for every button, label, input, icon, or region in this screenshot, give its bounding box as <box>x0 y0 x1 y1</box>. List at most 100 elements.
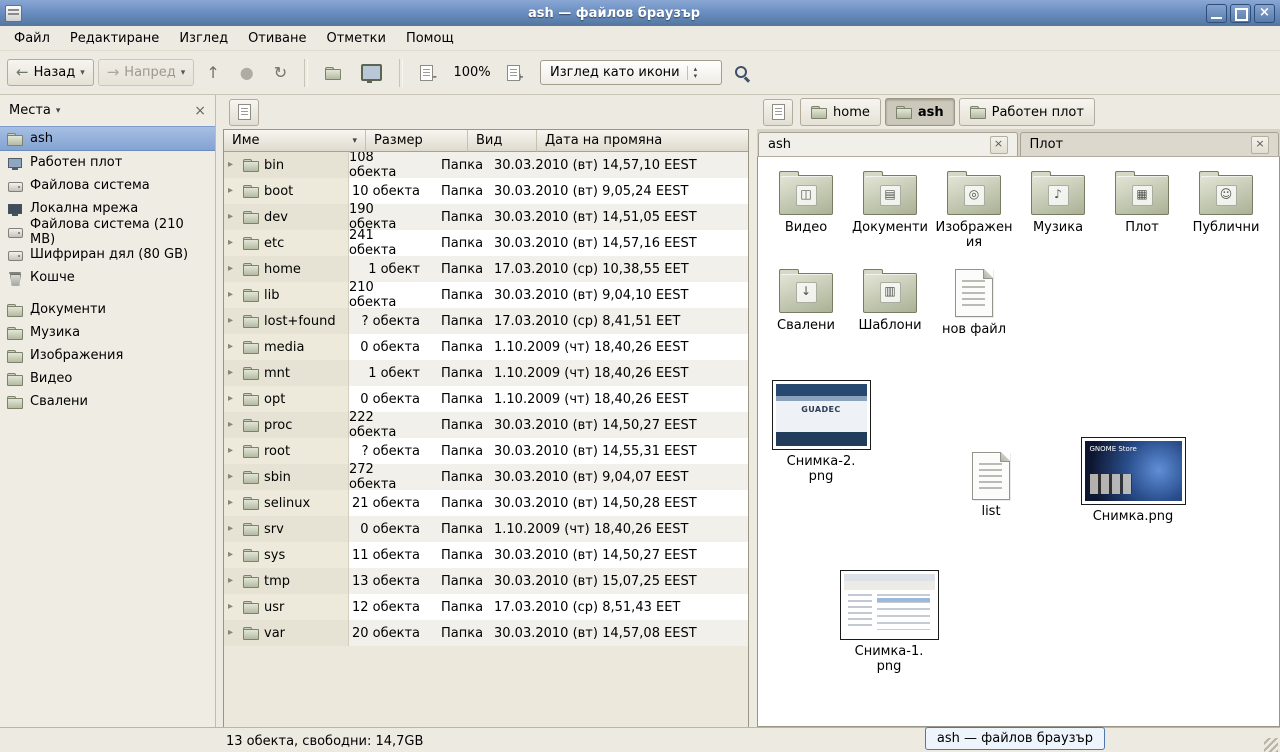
back-dropdown-icon[interactable]: ▾ <box>80 68 85 78</box>
home-button[interactable] <box>317 59 349 87</box>
reload-button[interactable]: ↻ <box>266 59 295 86</box>
expander-icon[interactable] <box>228 342 238 352</box>
expander-icon[interactable] <box>228 550 238 560</box>
expander-icon[interactable] <box>228 160 238 170</box>
breadcrumb-desktop[interactable]: Работен плот <box>959 98 1095 126</box>
tab-close-icon[interactable]: × <box>990 136 1008 154</box>
forward-button[interactable]: → Напред ▾ <box>98 59 195 86</box>
expander-icon[interactable] <box>228 212 238 222</box>
expander-icon[interactable] <box>228 498 238 508</box>
location-root-button[interactable] <box>229 99 259 126</box>
titlebar[interactable]: ash — файлов браузър × <box>0 0 1280 26</box>
back-button[interactable]: ← Назад ▾ <box>7 59 94 86</box>
chevron-down-icon[interactable]: ▾ <box>56 106 61 116</box>
column-header-name[interactable]: Име ▾ <box>224 130 366 152</box>
location-scroll-button[interactable] <box>763 99 793 126</box>
list-row-sys[interactable]: sys11 обектаПапка30.03.2010 (вт) 14,50,2… <box>224 542 748 568</box>
expander-icon[interactable] <box>228 472 238 482</box>
tab-close-icon[interactable]: × <box>1251 136 1269 154</box>
sidebar-item-downloads[interactable]: Свалени <box>0 390 215 413</box>
menu-item-4[interactable]: Отметки <box>316 26 395 50</box>
search-button[interactable] <box>726 59 757 86</box>
icon-folder-documents[interactable]: ▤Документи <box>848 169 932 236</box>
column-header-size[interactable]: Размер <box>366 130 468 152</box>
sidebar-title[interactable]: Места <box>9 103 51 118</box>
list-row-etc[interactable]: etc241 обектаПапка30.03.2010 (вт) 14,57,… <box>224 230 748 256</box>
view-mode-select[interactable]: Изглед като икони ▴▾ <box>540 60 722 85</box>
list-row-boot[interactable]: boot10 обектаПапка30.03.2010 (вт) 9,05,2… <box>224 178 748 204</box>
name-cell[interactable]: mnt <box>224 360 349 386</box>
icon-file-new-file[interactable]: нов файл <box>932 267 1016 338</box>
expander-icon[interactable] <box>228 420 238 430</box>
name-cell[interactable]: lost+found <box>224 308 349 334</box>
expander-icon[interactable] <box>228 524 238 534</box>
maximize-button[interactable] <box>1230 4 1251 23</box>
list-row-bin[interactable]: bin108 обектаПапка30.03.2010 (вт) 14,57,… <box>224 152 748 178</box>
expander-icon[interactable] <box>228 290 238 300</box>
menu-item-2[interactable]: Изглед <box>169 26 238 50</box>
list-row-mnt[interactable]: mnt1 обектПапка1.10.2009 (чт) 18,40,26 E… <box>224 360 748 386</box>
list-row-lost+found[interactable]: lost+found? обектаПапка17.03.2010 (ср) 8… <box>224 308 748 334</box>
menu-item-0[interactable]: Файл <box>4 26 60 50</box>
up-button[interactable]: ↑ <box>198 59 227 86</box>
icon-folder-templates[interactable]: ▥Шаблони <box>848 267 932 334</box>
resize-grip[interactable] <box>1264 738 1278 752</box>
file-snimka-1[interactable]: Снимка-1. png <box>834 570 944 675</box>
name-cell[interactable]: etc <box>224 230 349 256</box>
expander-icon[interactable] <box>228 186 238 196</box>
expander-icon[interactable] <box>228 368 238 378</box>
menu-item-3[interactable]: Отиване <box>238 26 316 50</box>
breadcrumb-ash[interactable]: ash <box>885 98 955 126</box>
list-row-var[interactable]: var20 обектаПапка30.03.2010 (вт) 14,57,0… <box>224 620 748 646</box>
list-row-home[interactable]: home1 обектПапка17.03.2010 (ср) 10,38,55… <box>224 256 748 282</box>
list-row-media[interactable]: media0 обектаПапка1.10.2009 (чт) 18,40,2… <box>224 334 748 360</box>
file-snimka-2[interactable]: GUADEC Снимка-2. png <box>766 380 876 485</box>
name-cell[interactable]: var <box>224 620 349 646</box>
minimize-button[interactable] <box>1206 4 1227 23</box>
expander-icon[interactable] <box>228 238 238 248</box>
list-row-tmp[interactable]: tmp13 обектаПапка30.03.2010 (вт) 15,07,2… <box>224 568 748 594</box>
expander-icon[interactable] <box>228 264 238 274</box>
name-cell[interactable]: proc <box>224 412 349 438</box>
sidebar-item-documents[interactable]: Документи <box>0 298 215 321</box>
name-cell[interactable]: bin <box>224 152 349 178</box>
forward-dropdown-icon[interactable]: ▾ <box>181 68 186 78</box>
icon-folder-images[interactable]: ◎Изображен ия <box>932 169 1016 251</box>
name-cell[interactable]: root <box>224 438 349 464</box>
sidebar-item-video[interactable]: Видео <box>0 367 215 390</box>
sidebar-item-trash[interactable]: Кошче <box>0 266 215 289</box>
combo-spinner-icon[interactable]: ▴▾ <box>687 66 698 80</box>
name-cell[interactable]: sbin <box>224 464 349 490</box>
list-row-lib[interactable]: lib210 обектаПапка30.03.2010 (вт) 9,04,1… <box>224 282 748 308</box>
file-snimka[interactable]: GNOME Store Снимка.png <box>1078 437 1188 525</box>
sidebar-close-icon[interactable]: × <box>194 104 206 118</box>
menu-item-1[interactable]: Редактиране <box>60 26 169 50</box>
sidebar-item-desktop[interactable]: Работен плот <box>0 151 215 174</box>
sidebar-item-ash[interactable]: ash <box>0 126 215 151</box>
column-header-type[interactable]: Вид <box>468 130 537 152</box>
expander-icon[interactable] <box>228 628 238 638</box>
list-row-dev[interactable]: dev190 обектаПапка30.03.2010 (вт) 14,51,… <box>224 204 748 230</box>
zoom-out-button[interactable]: − <box>412 57 445 89</box>
sidebar-item-filesystem[interactable]: Файлова система <box>0 174 215 197</box>
icon-folder-downloads[interactable]: ↓Свалени <box>764 267 848 334</box>
expander-icon[interactable] <box>228 576 238 586</box>
sidebar-item-encrypted-80gb[interactable]: Шифриран дял (80 GB) <box>0 243 215 266</box>
name-cell[interactable]: boot <box>224 178 349 204</box>
name-cell[interactable]: dev <box>224 204 349 230</box>
menu-item-5[interactable]: Помощ <box>396 26 464 50</box>
list-row-root[interactable]: root? обектаПапка30.03.2010 (вт) 14,55,3… <box>224 438 748 464</box>
pane-splitter[interactable] <box>216 95 223 727</box>
expander-icon[interactable] <box>228 316 238 326</box>
sidebar-item-music[interactable]: Музика <box>0 321 215 344</box>
tab-plot[interactable]: Плот × <box>1020 132 1280 156</box>
name-cell[interactable]: sys <box>224 542 349 568</box>
name-cell[interactable]: usr <box>224 594 349 620</box>
expander-icon[interactable] <box>228 446 238 456</box>
list-row-usr[interactable]: usr12 обектаПапка17.03.2010 (ср) 8,51,43… <box>224 594 748 620</box>
list-row-selinux[interactable]: selinux21 обектаПапка30.03.2010 (вт) 14,… <box>224 490 748 516</box>
list-row-opt[interactable]: opt0 обектаПапка1.10.2009 (чт) 18,40,26 … <box>224 386 748 412</box>
list-row-srv[interactable]: srv0 обектаПапка1.10.2009 (чт) 18,40,26 … <box>224 516 748 542</box>
file-list[interactable]: list <box>936 450 1046 520</box>
list-row-sbin[interactable]: sbin272 обектаПапка30.03.2010 (вт) 9,04,… <box>224 464 748 490</box>
